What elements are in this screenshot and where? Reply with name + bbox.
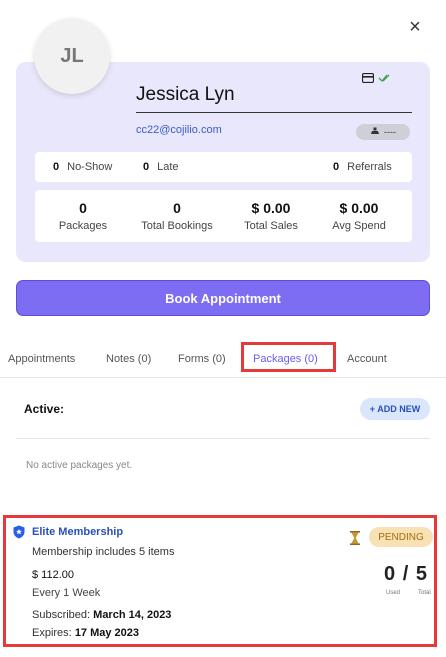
counts-row: 0 No-Show 0 Late 0 Referrals: [35, 152, 412, 182]
stat-total-sales: $ 0.00 Total Sales: [244, 200, 298, 232]
subscribed-date: Subscribed: March 14, 2023: [32, 609, 172, 621]
close-icon[interactable]: ×: [404, 16, 426, 38]
phone-icon: [370, 126, 380, 138]
no-show-count: 0 No-Show: [53, 161, 113, 173]
stat-packages: 0 Packages: [58, 200, 108, 232]
hourglass-icon: [350, 531, 360, 545]
tab-account[interactable]: Account: [347, 353, 387, 365]
usage-counter: 0 / 5: [384, 563, 428, 585]
shield-icon: [13, 525, 25, 539]
avatar: JL: [34, 18, 110, 94]
late-count: 0 Late: [143, 161, 179, 173]
stats-row: 0 Packages 0 Total Bookings $ 0.00 Total…: [35, 190, 412, 242]
tab-appointments[interactable]: Appointments: [8, 353, 75, 365]
tab-forms[interactable]: Forms (0): [178, 353, 226, 365]
add-new-button[interactable]: + ADD NEW: [360, 398, 430, 420]
membership-description: Membership includes 5 items: [32, 546, 175, 558]
active-heading: Active:: [24, 402, 65, 416]
expires-date: Expires: 17 May 2023: [32, 627, 140, 639]
stat-total-bookings: 0 Total Bookings: [141, 200, 213, 232]
total-label: Total: [418, 590, 431, 596]
membership-title[interactable]: Elite Membership: [32, 526, 123, 538]
tab-notes[interactable]: Notes (0): [106, 353, 151, 365]
membership-frequency: Every 1 Week: [32, 587, 101, 599]
status-badge: PENDING: [369, 527, 433, 547]
referrals-count: 0 Referrals: [333, 161, 392, 173]
divider: [16, 438, 430, 439]
membership-card[interactable]: Elite Membership Membership includes 5 i…: [3, 515, 437, 647]
book-appointment-button[interactable]: Book Appointment: [16, 280, 430, 316]
tab-bar: Appointments Notes (0) Forms (0) Package…: [0, 342, 446, 378]
client-name: Jessica Lyn: [136, 84, 412, 113]
membership-price: $ 112.00: [32, 569, 75, 581]
used-label: Used: [386, 590, 401, 596]
stat-avg-spend: $ 0.00 Avg Spend: [332, 200, 386, 232]
tab-packages[interactable]: Packages (0): [253, 353, 318, 365]
client-email[interactable]: cc22@cojilio.com: [136, 124, 222, 136]
active-packages-section: Active: + ADD NEW No active packages yet…: [8, 380, 438, 480]
phone-badge: ----: [356, 124, 410, 140]
phone-value: ----: [384, 127, 396, 137]
empty-message: No active packages yet.: [26, 460, 133, 471]
